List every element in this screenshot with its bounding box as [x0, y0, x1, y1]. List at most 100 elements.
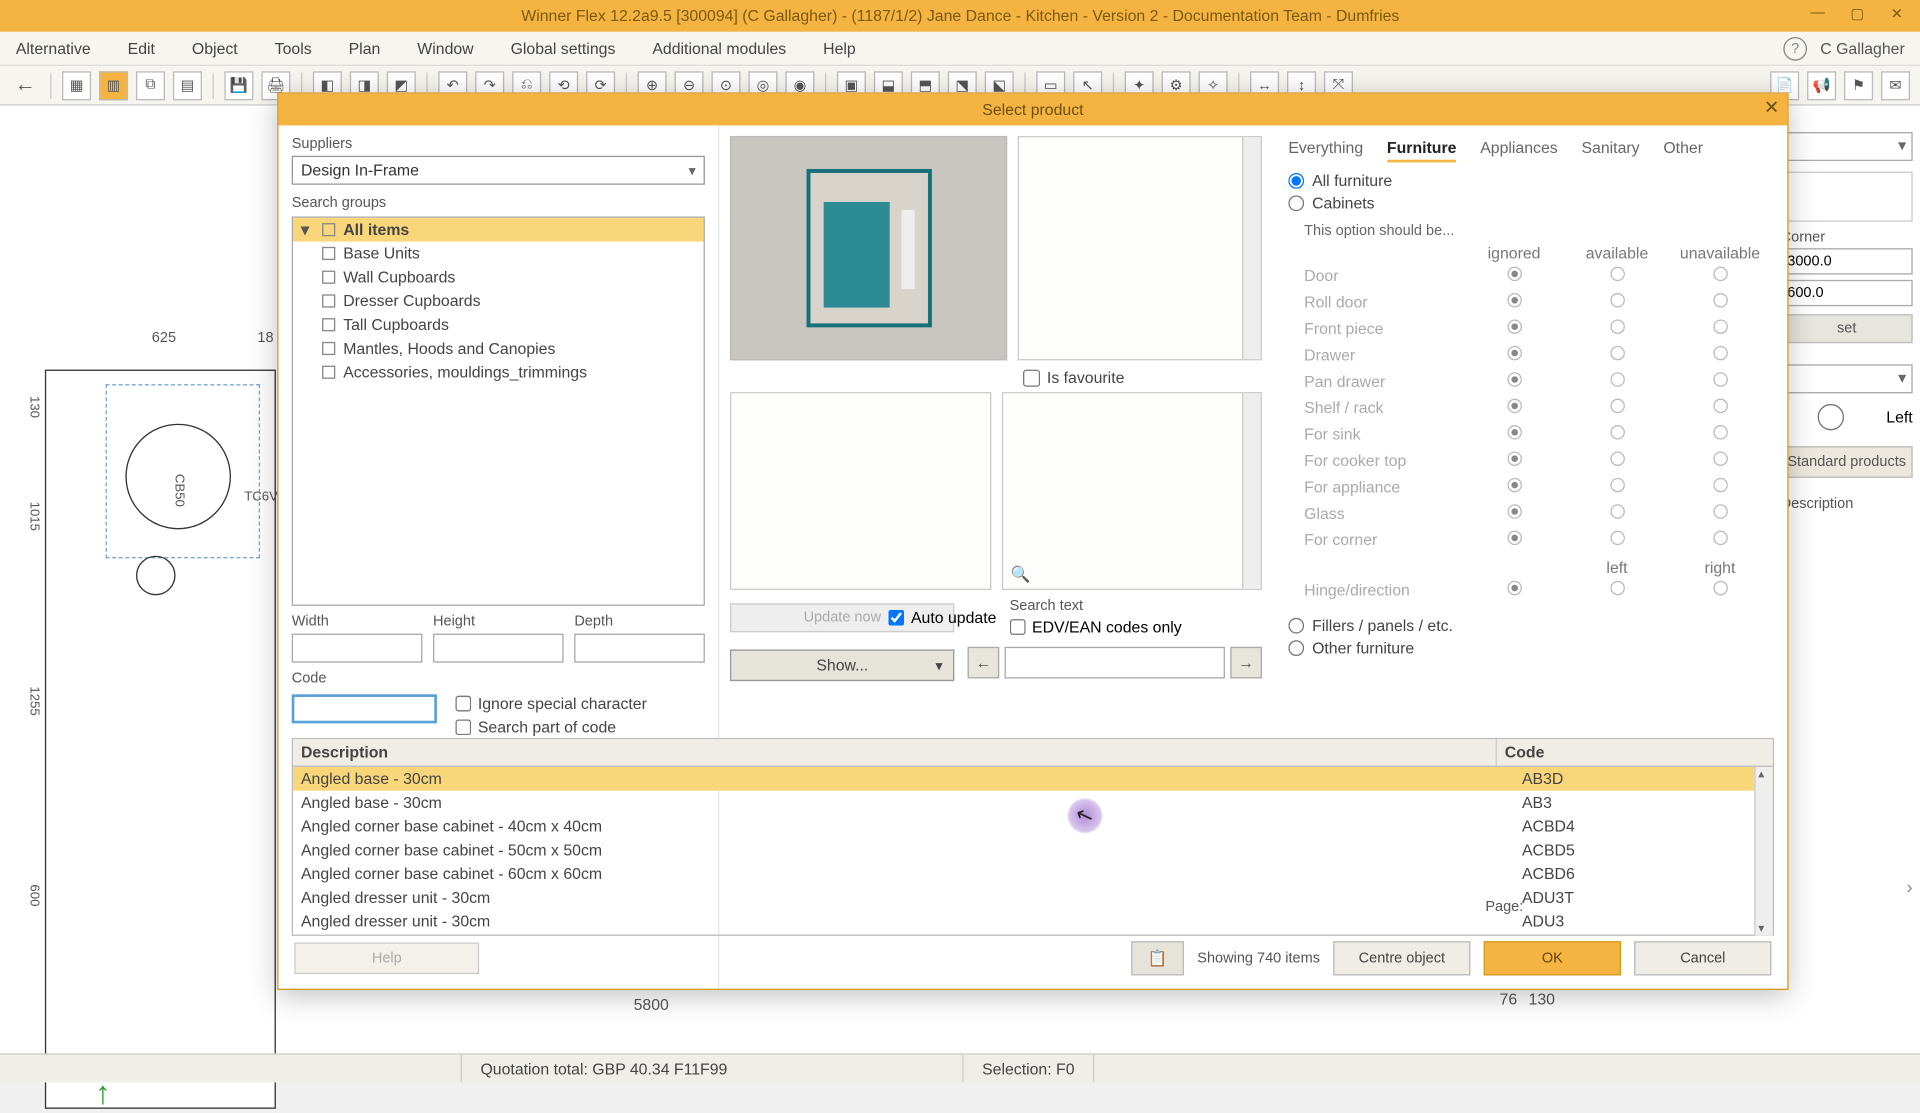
- category-tree[interactable]: ▾All items Base Units Wall Cupboards Dre…: [292, 216, 705, 605]
- ok-button[interactable]: OK: [1484, 941, 1621, 975]
- menu-window[interactable]: Window: [417, 39, 473, 57]
- table-row[interactable]: Angled base - 30cmAB3D: [293, 767, 1773, 791]
- product-preview-list[interactable]: [1018, 136, 1262, 360]
- supplier-dropdown[interactable]: Design In-Frame: [292, 156, 705, 185]
- suppliers-label: Suppliers: [292, 136, 705, 152]
- fillers-radio[interactable]: [1288, 618, 1304, 634]
- tool-btn[interactable]: ▦: [62, 71, 91, 100]
- menu-global-settings[interactable]: Global settings: [511, 39, 616, 57]
- search-prev-button[interactable]: ←: [968, 647, 1000, 679]
- tool-btn[interactable]: ▤: [173, 71, 202, 100]
- option-row[interactable]: For appliance: [1304, 474, 1771, 500]
- cabinets-radio[interactable]: [1288, 195, 1304, 211]
- table-row[interactable]: Angled corner base cabinet - 60cm x 60cm…: [293, 862, 1773, 886]
- option-row[interactable]: Drawer: [1304, 342, 1771, 368]
- announce-icon[interactable]: 📢: [1807, 71, 1836, 100]
- current-user: C Gallagher: [1820, 39, 1905, 57]
- depth-input[interactable]: [574, 634, 705, 663]
- menu-help[interactable]: Help: [823, 39, 856, 57]
- standard-products-button[interactable]: Standard products: [1781, 446, 1913, 478]
- col-code[interactable]: Code: [1496, 739, 1773, 765]
- back-icon[interactable]: ←: [11, 71, 40, 100]
- cancel-button[interactable]: Cancel: [1634, 941, 1771, 975]
- option-row[interactable]: Front piece: [1304, 315, 1771, 341]
- search-next-button[interactable]: →: [1230, 647, 1262, 679]
- search-text-input[interactable]: [1005, 647, 1225, 679]
- option-row[interactable]: Door: [1304, 263, 1771, 289]
- table-row[interactable]: Angled dresser unit - 30cmADU3: [293, 909, 1773, 933]
- table-row[interactable]: Angled dresser unit - 40cmADU4T: [293, 933, 1773, 936]
- is-favourite-checkbox[interactable]: [1023, 369, 1040, 386]
- tab-furniture[interactable]: Furniture: [1387, 136, 1457, 162]
- all-furniture-radio[interactable]: [1288, 173, 1304, 189]
- flag-icon[interactable]: ⚑: [1844, 71, 1873, 100]
- col-description[interactable]: Description: [293, 739, 1496, 765]
- option-row[interactable]: For corner: [1304, 527, 1771, 553]
- option-row[interactable]: Glass: [1304, 500, 1771, 526]
- option-row[interactable]: For cooker top: [1304, 447, 1771, 473]
- help-button[interactable]: Help: [294, 942, 479, 974]
- edv-codes-checkbox[interactable]: [1010, 619, 1026, 635]
- menu-edit[interactable]: Edit: [128, 39, 155, 57]
- tree-item[interactable]: Wall Cupboards: [293, 265, 704, 289]
- option-row[interactable]: For sink: [1304, 421, 1771, 447]
- tab-other[interactable]: Other: [1663, 136, 1703, 162]
- table-row[interactable]: Angled base - 30cmAB3: [293, 791, 1773, 815]
- maximize-icon[interactable]: ▢: [1839, 0, 1876, 26]
- menu-tools[interactable]: Tools: [275, 39, 312, 57]
- height-label: Height: [433, 614, 564, 630]
- help-icon[interactable]: ?: [1783, 36, 1807, 60]
- option-row[interactable]: Roll door: [1304, 289, 1771, 315]
- tool-btn[interactable]: ▥: [99, 71, 128, 100]
- status-quote: Quotation total: GBP 40.34 F11F99: [462, 1055, 964, 1083]
- show-dropdown[interactable]: Show...: [730, 649, 954, 681]
- set-button[interactable]: set: [1781, 314, 1913, 343]
- corner-height-input[interactable]: [1781, 280, 1913, 306]
- tree-item[interactable]: Accessories, mouldings_trimmings: [293, 360, 704, 384]
- chevron-right-icon[interactable]: ›: [1907, 876, 1913, 897]
- height-input[interactable]: [433, 634, 564, 663]
- tab-appliances[interactable]: Appliances: [1480, 136, 1558, 162]
- mail-icon[interactable]: ✉: [1881, 71, 1910, 100]
- magnify-icon[interactable]: 🔍: [1011, 565, 1031, 583]
- corner-width-input[interactable]: [1781, 248, 1913, 274]
- left-radio[interactable]: [1781, 404, 1881, 430]
- tree-item[interactable]: Mantles, Hoods and Canopies: [293, 337, 704, 361]
- save-icon[interactable]: 💾: [224, 71, 253, 100]
- close-icon[interactable]: ✕: [1878, 0, 1915, 26]
- menu-alternative[interactable]: Alternative: [16, 39, 91, 57]
- option-row[interactable]: Shelf / rack: [1304, 395, 1771, 421]
- table-row[interactable]: Angled corner base cabinet - 50cm x 50cm…: [293, 838, 1773, 862]
- plan-label: CB50: [172, 474, 187, 507]
- tree-item[interactable]: Dresser Cupboards: [293, 289, 704, 313]
- dialog-close-icon[interactable]: ✕: [1764, 96, 1779, 118]
- search-part-checkbox[interactable]: [455, 719, 471, 735]
- tab-everything[interactable]: Everything: [1288, 136, 1363, 162]
- code-input[interactable]: [292, 694, 437, 723]
- tree-root[interactable]: ▾All items: [293, 218, 704, 242]
- tab-sanitary[interactable]: Sanitary: [1581, 136, 1639, 162]
- menu-additional-modules[interactable]: Additional modules: [652, 39, 786, 57]
- tree-item[interactable]: Tall Cupboards: [293, 313, 704, 337]
- dimension: 130: [26, 396, 41, 418]
- table-row[interactable]: Angled dresser unit - 30cmADU3T: [293, 886, 1773, 910]
- other-furniture-radio[interactable]: [1288, 640, 1304, 656]
- width-input[interactable]: [292, 634, 423, 663]
- menu-object[interactable]: Object: [192, 39, 238, 57]
- clipboard-icon[interactable]: 📋: [1131, 941, 1184, 975]
- menu-plan[interactable]: Plan: [349, 39, 381, 57]
- option-row[interactable]: Pan drawer: [1304, 368, 1771, 394]
- ignore-special-checkbox[interactable]: [455, 696, 471, 712]
- auto-update-checkbox[interactable]: [889, 609, 905, 625]
- scrollbar[interactable]: [1242, 137, 1260, 359]
- table-scrollbar[interactable]: [1754, 767, 1772, 936]
- tree-item[interactable]: Base Units: [293, 242, 704, 266]
- table-row[interactable]: Angled corner base cabinet - 40cm x 40cm…: [293, 814, 1773, 838]
- property-combo[interactable]: [1781, 132, 1913, 161]
- tool-btn[interactable]: ⧉: [136, 71, 165, 100]
- scrollbar[interactable]: [1242, 393, 1260, 588]
- product-table: Description Code Angled base - 30cmAB3DA…: [292, 738, 1774, 936]
- minimize-icon[interactable]: —: [1799, 0, 1836, 26]
- centre-object-button[interactable]: Centre object: [1333, 941, 1470, 975]
- property-combo-2[interactable]: [1781, 364, 1913, 393]
